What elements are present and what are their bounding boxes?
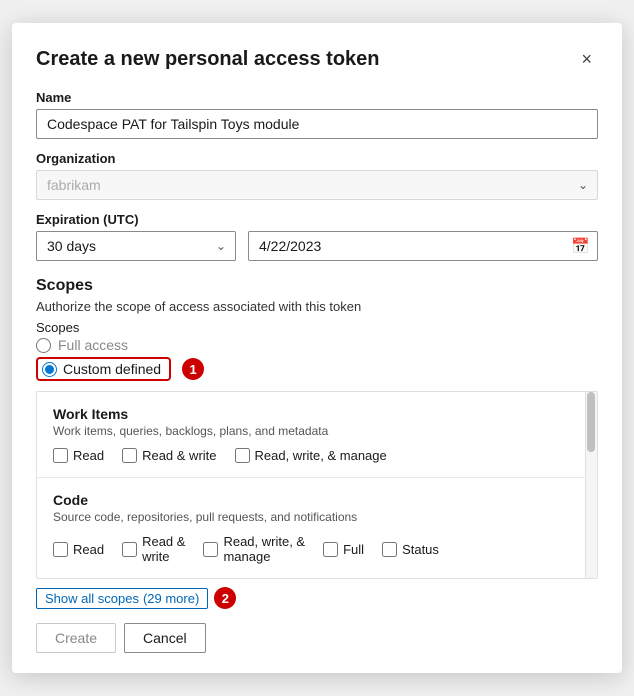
work-items-manage-label: Read, write, & manage bbox=[255, 448, 387, 463]
scopes-title: Scopes bbox=[36, 277, 598, 295]
work-items-manage-checkbox[interactable] bbox=[235, 448, 250, 463]
code-manage-label: Read, write, &manage bbox=[223, 534, 305, 564]
full-access-option[interactable]: Full access bbox=[36, 337, 598, 353]
name-input[interactable] bbox=[36, 109, 598, 139]
org-select-wrapper: fabrikam ⌄ bbox=[36, 170, 598, 200]
code-status-checkbox[interactable] bbox=[382, 542, 397, 557]
show-all-count: (29 more) bbox=[143, 591, 199, 606]
custom-defined-label: Custom defined bbox=[63, 361, 161, 377]
code-manage-checkbox[interactable] bbox=[203, 542, 218, 557]
code-full-checkbox[interactable] bbox=[323, 542, 338, 557]
expiration-label: Expiration (UTC) bbox=[36, 212, 598, 227]
code-desc: Source code, repositories, pull requests… bbox=[53, 510, 577, 524]
work-items-readwrite-checkbox[interactable] bbox=[122, 448, 137, 463]
date-input-wrapper: 📅 bbox=[248, 231, 598, 261]
work-items-section: Work Items Work items, queries, backlogs… bbox=[37, 392, 597, 478]
scopes-radio-group: Full access Custom defined 1 bbox=[36, 337, 598, 381]
code-status-label: Status bbox=[402, 542, 439, 557]
badge-2: 2 bbox=[214, 587, 236, 609]
expiration-select[interactable]: 30 days bbox=[36, 231, 236, 261]
full-access-radio[interactable] bbox=[36, 338, 51, 353]
custom-defined-highlight: Custom defined bbox=[36, 357, 171, 381]
show-all-link[interactable]: Show all scopes (29 more) bbox=[36, 588, 208, 609]
code-full-label: Full bbox=[343, 542, 364, 557]
work-items-read-checkbox[interactable] bbox=[53, 448, 68, 463]
custom-defined-radio[interactable] bbox=[42, 362, 57, 377]
code-read[interactable]: Read bbox=[53, 542, 104, 557]
work-items-read-label: Read bbox=[73, 448, 104, 463]
code-readwrite-label: Read &write bbox=[142, 534, 185, 564]
dialog-title: Create a new personal access token bbox=[36, 48, 380, 71]
org-label: Organization bbox=[36, 151, 598, 166]
badge-1: 1 bbox=[182, 358, 204, 380]
cancel-button[interactable]: Cancel bbox=[124, 623, 206, 653]
show-all-text: Show all scopes bbox=[45, 591, 139, 606]
work-items-manage[interactable]: Read, write, & manage bbox=[235, 448, 387, 463]
scroll-track[interactable] bbox=[585, 392, 597, 578]
dialog-header: Create a new personal access token × bbox=[36, 47, 598, 72]
code-checkboxes: Read Read &write Read, write, &manage Fu… bbox=[53, 534, 577, 564]
calendar-icon: 📅 bbox=[571, 237, 590, 255]
code-manage[interactable]: Read, write, &manage bbox=[203, 534, 305, 564]
full-access-label: Full access bbox=[58, 337, 128, 353]
create-pat-dialog: Create a new personal access token × Nam… bbox=[12, 23, 622, 673]
expiration-select-wrapper[interactable]: 30 days ⌄ bbox=[36, 231, 236, 261]
code-readwrite[interactable]: Read &write bbox=[122, 534, 185, 564]
code-read-checkbox[interactable] bbox=[53, 542, 68, 557]
scopes-label: Scopes bbox=[36, 320, 598, 335]
code-section: Code Source code, repositories, pull req… bbox=[37, 478, 597, 578]
date-input[interactable] bbox=[248, 231, 598, 261]
code-full[interactable]: Full bbox=[323, 542, 364, 557]
work-items-desc: Work items, queries, backlogs, plans, an… bbox=[53, 424, 577, 438]
code-readwrite-checkbox[interactable] bbox=[122, 542, 137, 557]
work-items-readwrite[interactable]: Read & write bbox=[122, 448, 216, 463]
scopes-desc: Authorize the scope of access associated… bbox=[36, 299, 598, 314]
name-label: Name bbox=[36, 90, 598, 105]
work-items-read[interactable]: Read bbox=[53, 448, 104, 463]
code-title: Code bbox=[53, 492, 577, 508]
expiration-row: 30 days ⌄ 📅 bbox=[36, 231, 598, 261]
dialog-footer: Create Cancel bbox=[36, 623, 598, 653]
scopes-scroll-area: Work Items Work items, queries, backlogs… bbox=[36, 391, 598, 579]
org-select: fabrikam bbox=[36, 170, 598, 200]
code-read-label: Read bbox=[73, 542, 104, 557]
close-button[interactable]: × bbox=[575, 47, 598, 72]
work-items-readwrite-label: Read & write bbox=[142, 448, 216, 463]
custom-defined-option[interactable]: Custom defined 1 bbox=[36, 357, 598, 381]
work-items-title: Work Items bbox=[53, 406, 577, 422]
show-all-row: Show all scopes (29 more) 2 bbox=[36, 587, 598, 609]
code-status[interactable]: Status bbox=[382, 542, 439, 557]
create-button[interactable]: Create bbox=[36, 623, 116, 653]
work-items-checkboxes: Read Read & write Read, write, & manage bbox=[53, 448, 577, 463]
scroll-thumb[interactable] bbox=[587, 392, 595, 452]
